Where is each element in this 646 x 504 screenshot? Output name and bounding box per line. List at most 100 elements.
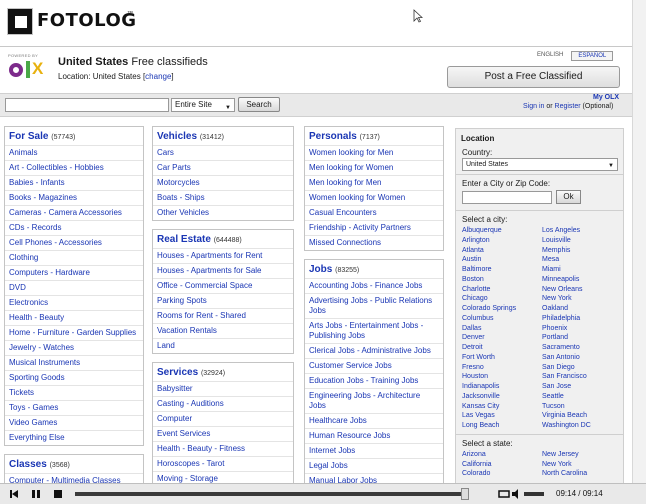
city-link[interactable]: San Diego — [542, 363, 622, 373]
subcategory-link[interactable]: Toys - Games — [5, 400, 143, 415]
sign-in-link[interactable]: Sign in — [523, 103, 544, 110]
subcategory-link[interactable]: Cell Phones - Accessories — [5, 235, 143, 250]
city-link[interactable]: Tucson — [542, 402, 622, 412]
city-link[interactable]: Albuquerque — [462, 226, 542, 236]
skip-back-icon[interactable] — [8, 488, 20, 500]
city-link[interactable]: Dallas — [462, 324, 542, 334]
city-link[interactable]: Baltimore — [462, 265, 542, 275]
subcategory-link[interactable]: Casual Encounters — [305, 205, 443, 220]
subcategory-link[interactable]: DVD — [5, 280, 143, 295]
subcategory-link[interactable]: Health - Beauty — [5, 310, 143, 325]
subcategory-link[interactable]: Everything Else — [5, 430, 143, 445]
subcategory-link[interactable]: Clothing — [5, 250, 143, 265]
subcategory-link[interactable]: Houses - Apartments for Rent — [153, 248, 293, 263]
my-olx-link[interactable]: My OLX — [593, 94, 619, 101]
search-scope-select[interactable]: Entire Site ▼ — [171, 98, 235, 112]
city-link[interactable]: Detroit — [462, 343, 542, 353]
city-link[interactable]: Atlanta — [462, 246, 542, 256]
city-link[interactable]: Seattle — [542, 392, 622, 402]
lang-english[interactable]: ENGLISH — [529, 51, 571, 61]
page-scrollbar[interactable] — [632, 0, 646, 483]
subcategory-link[interactable]: Vacation Rentals — [153, 323, 293, 338]
subcategory-link[interactable]: Electronics — [5, 295, 143, 310]
subcategory-link[interactable]: Babies - Infants — [5, 175, 143, 190]
city-link[interactable]: San Francisco — [542, 372, 622, 382]
subcategory-link[interactable]: Women looking for Men — [305, 145, 443, 160]
state-link[interactable]: New York — [542, 460, 622, 470]
subcategory-link[interactable]: Musical Instruments — [5, 355, 143, 370]
subcategory-link[interactable]: Clerical Jobs - Administrative Jobs — [305, 343, 443, 358]
subcategory-link[interactable]: Jewelry - Watches — [5, 340, 143, 355]
city-link[interactable]: Mesa — [542, 255, 622, 265]
city-link[interactable]: Washington DC — [542, 421, 622, 431]
city-link[interactable]: Long Beach — [462, 421, 542, 431]
stop-icon[interactable] — [52, 488, 64, 500]
search-button[interactable]: Search — [238, 97, 280, 112]
subcategory-link[interactable]: Women looking for Women — [305, 190, 443, 205]
state-link[interactable]: New Jersey — [542, 450, 622, 460]
category-heading[interactable]: Personals (7137) — [305, 127, 443, 145]
subcategory-link[interactable]: Boats - Ships — [153, 190, 293, 205]
category-heading[interactable]: Real Estate (644488) — [153, 230, 293, 248]
subcategory-link[interactable]: Legal Jobs — [305, 458, 443, 473]
subcategory-link[interactable]: Home - Furniture - Garden Supplies — [5, 325, 143, 340]
city-link[interactable]: San Antonio — [542, 353, 622, 363]
subcategory-link[interactable]: Accounting Jobs - Finance Jobs — [305, 278, 443, 293]
subcategory-link[interactable]: Art - Collectibles - Hobbies — [5, 160, 143, 175]
category-heading[interactable]: Jobs (83255) — [305, 260, 443, 278]
subcategory-link[interactable]: Human Resource Jobs — [305, 428, 443, 443]
city-link[interactable]: Louisville — [542, 236, 622, 246]
fotolog-logo[interactable]: FOTOLOG ™ — [7, 8, 136, 35]
subcategory-link[interactable]: Office - Commercial Space — [153, 278, 293, 293]
subcategory-link[interactable]: Engineering Jobs - Architecture Jobs — [305, 388, 443, 413]
city-link[interactable]: Phoenix — [542, 324, 622, 334]
subcategory-link[interactable]: Advertising Jobs - Public Relations Jobs — [305, 293, 443, 318]
subcategory-link[interactable]: Horoscopes - Tarot — [153, 456, 293, 471]
search-input[interactable] — [5, 98, 169, 112]
subcategory-link[interactable]: Motorcycles — [153, 175, 293, 190]
city-link[interactable]: Boston — [462, 275, 542, 285]
subcategory-link[interactable]: Sporting Goods — [5, 370, 143, 385]
city-link[interactable]: Fresno — [462, 363, 542, 373]
state-link[interactable]: California — [462, 460, 542, 470]
subcategory-link[interactable]: Other Vehicles — [153, 205, 293, 220]
city-link[interactable]: Fort Worth — [462, 353, 542, 363]
subcategory-link[interactable]: Car Parts — [153, 160, 293, 175]
city-link[interactable]: Houston — [462, 372, 542, 382]
city-link[interactable]: Columbus — [462, 314, 542, 324]
lang-espanol[interactable]: ESPAÑOL — [571, 51, 614, 61]
volume-icon[interactable] — [510, 488, 522, 500]
subcategory-link[interactable]: Men looking for Women — [305, 160, 443, 175]
category-heading[interactable]: Services (32924) — [153, 363, 293, 381]
state-link[interactable]: Arizona — [462, 450, 542, 460]
subcategory-link[interactable]: Babysitter — [153, 381, 293, 396]
olx-logo[interactable]: POWERED BY X — [8, 53, 50, 85]
subcategory-link[interactable]: Customer Service Jobs — [305, 358, 443, 373]
subcategory-link[interactable]: Missed Connections — [305, 235, 443, 250]
subcategory-link[interactable]: Cameras - Camera Accessories — [5, 205, 143, 220]
city-link[interactable]: Arlington — [462, 236, 542, 246]
subcategory-link[interactable]: Animals — [5, 145, 143, 160]
city-link[interactable]: Memphis — [542, 246, 622, 256]
city-link[interactable]: New Orleans — [542, 285, 622, 295]
state-link[interactable]: North Carolina — [542, 469, 622, 479]
subcategory-link[interactable]: Event Services — [153, 426, 293, 441]
city-link[interactable]: Virginia Beach — [542, 411, 622, 421]
subcategory-link[interactable]: Men looking for Men — [305, 175, 443, 190]
fullscreen-icon[interactable] — [498, 488, 510, 500]
city-link[interactable]: Indianapolis — [462, 382, 542, 392]
subcategory-link[interactable]: Healthcare Jobs — [305, 413, 443, 428]
register-link[interactable]: Register — [555, 103, 581, 110]
city-link[interactable]: Charlotte — [462, 285, 542, 295]
subcategory-link[interactable]: Friendship - Activity Partners — [305, 220, 443, 235]
category-heading[interactable]: Vehicles (31412) — [153, 127, 293, 145]
city-link[interactable]: Oakland — [542, 304, 622, 314]
city-link[interactable]: Jacksonville — [462, 392, 542, 402]
subcategory-link[interactable]: Health - Beauty - Fitness — [153, 441, 293, 456]
zip-input[interactable] — [462, 191, 552, 204]
country-select[interactable]: United States ▼ — [462, 158, 618, 171]
subcategory-link[interactable]: Parking Spots — [153, 293, 293, 308]
city-link[interactable]: San Jose — [542, 382, 622, 392]
subcategory-link[interactable]: Rooms for Rent - Shared — [153, 308, 293, 323]
seek-handle[interactable] — [461, 488, 469, 500]
